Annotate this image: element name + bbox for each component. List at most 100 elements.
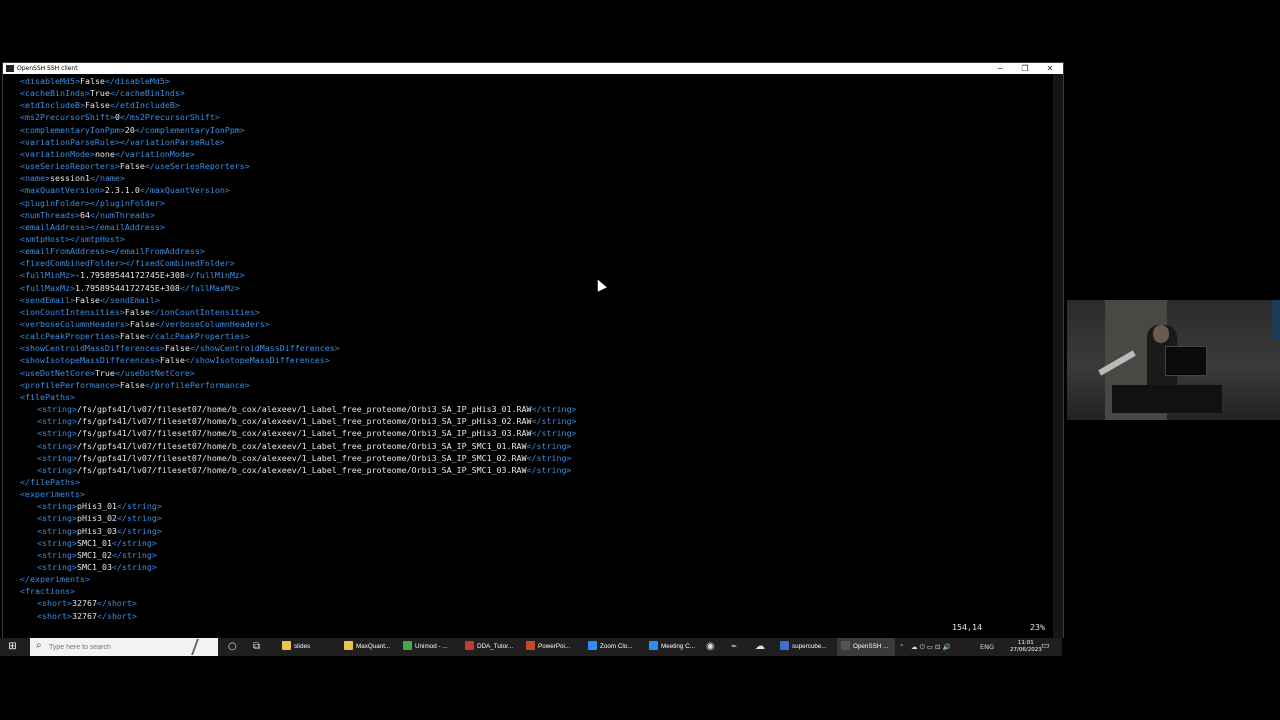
terminal-line: <fractions> [20, 585, 75, 597]
taskbar-app-button[interactable]: MaxQuant... [340, 638, 398, 656]
taskbar-app-button[interactable]: OpenSSH ... [837, 638, 895, 656]
xml-tag: <fractions> [20, 586, 75, 597]
xml-tag: </useSeriesReporters> [144, 161, 250, 172]
taskbar-search-box[interactable]: ⌕ [30, 638, 218, 656]
terminal-line: <experiments> [20, 488, 85, 500]
tray-overflow-icon[interactable]: ⌃ [899, 638, 904, 656]
taskbar-app-label: Unimod - ... [415, 643, 448, 650]
app-icon [344, 641, 353, 650]
terminal-line: <fullMinMz>-1.79589544172745E+308</fullM… [20, 269, 245, 281]
terminal-line: </experiments> [20, 573, 90, 585]
xml-value: False [164, 343, 190, 354]
taskbar-app-button[interactable]: Meeting C... [645, 638, 703, 656]
webcam-overlay [1067, 300, 1280, 420]
app-icon [649, 641, 658, 650]
terminal-line: <short>32767</short> [37, 597, 137, 609]
xml-value: /fs/gpfs41/lv07/fileset07/home/b_cox/ale… [76, 464, 527, 475]
webcam-screen-edge [1272, 300, 1280, 340]
xml-tag: <disableMd5> [20, 76, 80, 86]
xml-tag: </variationParseRule> [119, 136, 225, 147]
taskbar-app-button[interactable]: Unimod - ... [399, 638, 457, 656]
xml-tag: <string> [37, 513, 77, 524]
ssh-client-window[interactable]: OpenSSH SSH client ─ ❐ ✕ <disableMd5> Fal… [2, 62, 1064, 638]
xml-value: False [119, 331, 145, 342]
terminal-scrollbar[interactable] [1053, 74, 1063, 638]
xml-value: True [94, 367, 115, 378]
xml-tag: </cacheBinInds> [109, 88, 185, 99]
task-view-icon[interactable]: ⧉ [253, 641, 260, 653]
terminal-text-area[interactable]: <disableMd5>False</disableMd5> <cacheBinI… [3, 74, 1053, 638]
xml-tag: <string> [37, 537, 77, 548]
xml-tag: <maxQuantVersion> [20, 185, 105, 196]
xml-tag: </string> [526, 452, 572, 463]
taskbar-app-button[interactable]: slides [278, 638, 336, 656]
xml-tag: <short> [37, 610, 72, 621]
xml-tag: <string> [37, 416, 77, 427]
terminal-line: <ionCountIntensities>False</ionCountInte… [20, 306, 260, 318]
xml-value: /fs/gpfs41/lv07/fileset07/home/b_cox/ale… [76, 440, 527, 451]
xml-tag: <experiments> [20, 489, 85, 500]
xml-tag: <showIsotopeMassDifferences> [20, 355, 160, 366]
terminal-line: <string>pHis3_02</string> [37, 512, 162, 524]
window-titlebar[interactable]: OpenSSH SSH client ─ ❐ ✕ [3, 63, 1063, 74]
xml-value: True [89, 88, 110, 99]
taskbar-app-button[interactable]: DDA_Tutor... [461, 638, 519, 656]
search-input[interactable] [49, 641, 179, 653]
acrobat-icon[interactable]: ⌁ [731, 641, 737, 653]
taskbar-app-label: PowerPoi... [538, 643, 571, 650]
xml-value: /fs/gpfs41/lv07/fileset07/home/b_cox/ale… [76, 416, 532, 427]
terminal-line: <string>SMC1_03</string> [37, 561, 157, 573]
tray-icons[interactable]: ☁ ⏻ ▭ ⊡ 🔊 [911, 638, 951, 656]
clock-time: 11:01 [1017, 640, 1034, 646]
xml-tag: <etdIncludeB> [20, 100, 85, 111]
taskbar-app-label: MaxQuant... [356, 643, 391, 650]
minimize-button[interactable]: ─ [988, 63, 1012, 74]
xml-value: pHis3_01 [76, 501, 117, 512]
restore-button[interactable]: ❐ [1013, 63, 1037, 74]
language-indicator[interactable]: ENG [980, 638, 994, 656]
taskbar-clock[interactable]: 11:01 27/06/2023 [1010, 640, 1042, 654]
xml-value: /fs/gpfs41/lv07/fileset07/home/b_cox/ale… [76, 452, 527, 463]
terminal-line: <sendEmail>False</sendEmail> [20, 294, 160, 306]
webcam-monitor [1165, 346, 1207, 376]
terminal-line: <filePaths> [20, 391, 75, 403]
windows-logo-icon[interactable]: ⊞ [7, 641, 18, 652]
terminal-line: <string>pHis3_03</string> [37, 525, 162, 537]
xml-tag: </string> [111, 549, 157, 560]
taskbar-app-button[interactable]: PowerPoi... [522, 638, 580, 656]
xml-tag: </numThreads> [89, 209, 155, 220]
xml-value: session1 [49, 173, 90, 184]
xml-tag: <short> [37, 598, 72, 609]
xml-tag: </string> [111, 562, 157, 572]
xml-tag: <name> [20, 173, 50, 184]
close-button[interactable]: ✕ [1038, 63, 1062, 74]
cortana-icon[interactable]: ○ [228, 641, 237, 653]
cursor-position: 154,14 [952, 622, 982, 632]
chrome-icon[interactable]: ◉ [706, 641, 715, 653]
taskbar-app-button[interactable]: supercube... [776, 638, 834, 656]
terminal-line: <short>32767</short> [37, 610, 137, 622]
search-icon: ⌕ [36, 640, 42, 651]
xml-tag: <pluginFolder> [20, 197, 90, 208]
taskbar-app-label: DDA_Tutor... [477, 643, 514, 650]
xml-tag: <variationParseRule> [20, 136, 120, 147]
xml-tag: <string> [37, 549, 77, 560]
xml-tag: <emailAddress> [20, 221, 90, 232]
xml-tag: <variationMode> [20, 148, 95, 159]
xml-tag: </string> [111, 537, 157, 548]
xml-tag: </etdIncludeB> [109, 100, 180, 111]
xml-tag: <string> [37, 562, 77, 572]
terminal-line: </filePaths> [20, 476, 80, 488]
notification-icon[interactable]: ▭ [1041, 641, 1050, 651]
xml-value: 32767 [71, 598, 97, 609]
app-icon [403, 641, 412, 650]
terminal-line: <variationMode>none</variationMode> [20, 148, 195, 160]
xml-value: 1.79589544172745E+308 [74, 282, 180, 293]
cloud-app-icon[interactable]: ☁ [755, 641, 765, 653]
xml-tag: <string> [37, 464, 77, 475]
xml-tag: </calcPeakProperties> [144, 331, 250, 342]
xml-tag: </string> [526, 464, 572, 475]
app-icon [780, 641, 789, 650]
taskbar-app-button[interactable]: Zoom Clo... [584, 638, 642, 656]
terminal-line: <string>pHis3_01</string> [37, 500, 162, 512]
